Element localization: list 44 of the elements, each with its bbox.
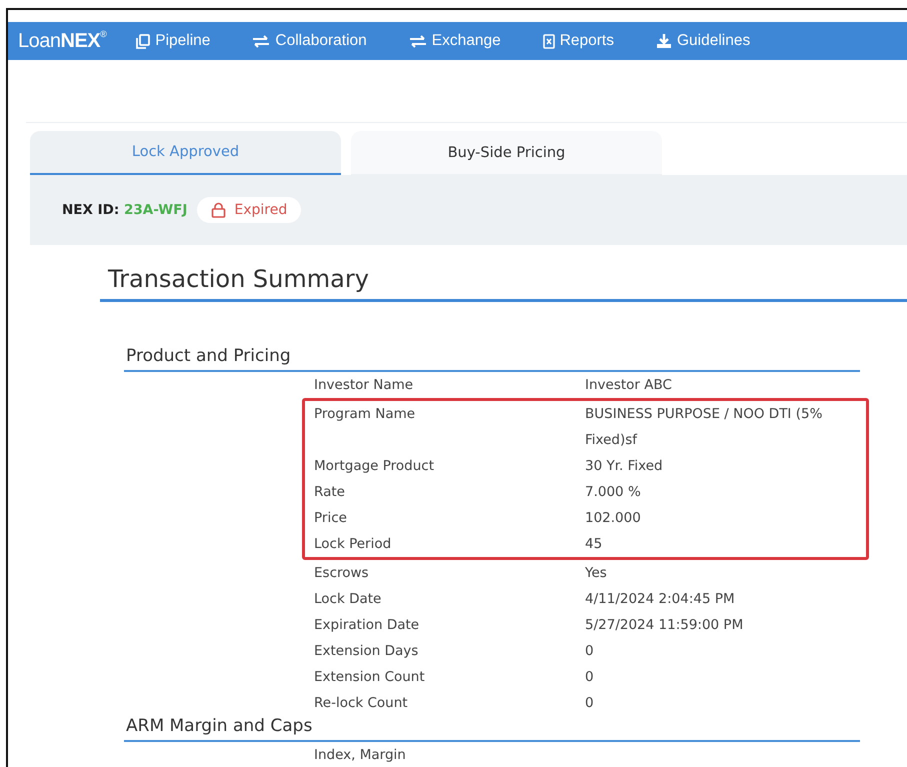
lock-icon [211, 202, 226, 218]
logo[interactable]: LoanNEX$^{®}$ [18, 29, 106, 53]
field-label: Lock Date [314, 590, 382, 609]
page-title: Transaction Summary [100, 265, 907, 302]
nex-id-text: NEX ID: 23A-WFJ [62, 202, 188, 218]
field-label: Mortgage Product [314, 457, 436, 476]
field-value: 0 [585, 668, 595, 687]
field-label: Price [314, 509, 348, 528]
spreadsheet-icon [542, 34, 555, 48]
field-value: 102.000 [585, 509, 642, 528]
field-label: Program Name [314, 405, 416, 424]
field-label: Extension Days [314, 642, 420, 661]
nav-link[interactable]: Reports [542, 32, 614, 50]
field-value: BUSINESS PURPOSE / NOO DTI (5% Fixed)sf [585, 405, 824, 450]
tab[interactable]: Lock Approved [30, 131, 341, 175]
field-value: 30 Yr. Fixed [585, 457, 664, 476]
field-label: Expiration Date [314, 616, 420, 635]
field-value: 4/11/2024 2:04:45 PM [585, 590, 736, 609]
status-text: Expired [234, 202, 288, 218]
field-value: 7.000 % [585, 483, 642, 502]
nav-link[interactable]: Guidelines [656, 32, 750, 50]
field-label: Extension Count [314, 668, 426, 687]
field-label: Re-lock Count [314, 694, 409, 713]
field-value: Investor ABC [585, 376, 673, 395]
field-value: 45 [585, 535, 604, 554]
field-label: Investor Name [314, 376, 414, 395]
nav-link[interactable]: Collaboration [252, 32, 367, 50]
field-label: Lock Period [314, 535, 392, 554]
field-value: 0 [585, 694, 595, 713]
field-label: Index, Margin [314, 746, 407, 765]
swap-icon [408, 34, 427, 48]
tab[interactable]: Buy-Side Pricing [351, 131, 662, 175]
download-icon [656, 33, 672, 49]
nav-link[interactable]: Exchange [408, 32, 501, 50]
copy-icon [136, 34, 150, 48]
nav-link[interactable]: Pipeline [136, 32, 210, 50]
swap-icon [252, 34, 270, 48]
field-value: 0 [585, 642, 595, 661]
field-value: Yes [585, 564, 608, 583]
field-label: Rate [314, 483, 346, 502]
section-heading: Product and Pricing [124, 346, 860, 372]
field-value: 5/27/2024 11:59:00 PM [585, 616, 744, 635]
field-label: Escrows [314, 564, 370, 583]
section-heading: ARM Margin and Caps [124, 716, 860, 742]
